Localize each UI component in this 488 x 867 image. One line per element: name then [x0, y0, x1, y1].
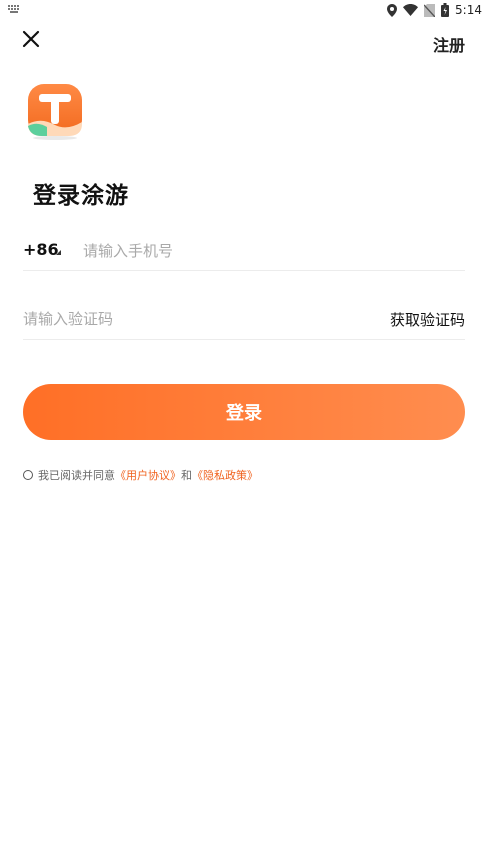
status-time: 5:14	[455, 3, 482, 17]
no-sim-icon	[424, 3, 436, 17]
agreement-row: 我已阅读并同意 《用户协议》 和 《隐私政策》	[23, 467, 258, 483]
phone-row: +86	[23, 232, 465, 271]
login-button[interactable]: 登录	[23, 384, 465, 440]
code-row: 获取验证码	[23, 302, 465, 340]
wifi-icon	[403, 4, 419, 16]
close-button[interactable]	[20, 28, 42, 50]
app-logo-icon	[27, 84, 83, 140]
country-code-selector[interactable]: +86	[23, 240, 59, 259]
keyboard-icon	[8, 5, 20, 13]
register-button[interactable]: 注册	[433, 32, 465, 56]
verification-code-input[interactable]	[23, 308, 323, 330]
phone-input[interactable]	[83, 240, 443, 262]
agreement-prefix: 我已阅读并同意	[38, 469, 115, 482]
close-icon	[22, 30, 40, 48]
get-code-button[interactable]: 获取验证码	[390, 309, 465, 330]
user-agreement-link[interactable]: 《用户协议》	[115, 467, 181, 483]
status-bar: 5:14	[0, 0, 488, 20]
privacy-policy-link[interactable]: 《隐私政策》	[192, 467, 258, 483]
page-title: 登录涂游	[33, 183, 129, 209]
country-code-caret-icon[interactable]	[56, 250, 61, 255]
location-icon	[387, 3, 398, 17]
agreement-checkbox[interactable]	[23, 470, 33, 480]
battery-icon	[441, 3, 450, 17]
agreement-conjunction: 和	[181, 469, 192, 482]
